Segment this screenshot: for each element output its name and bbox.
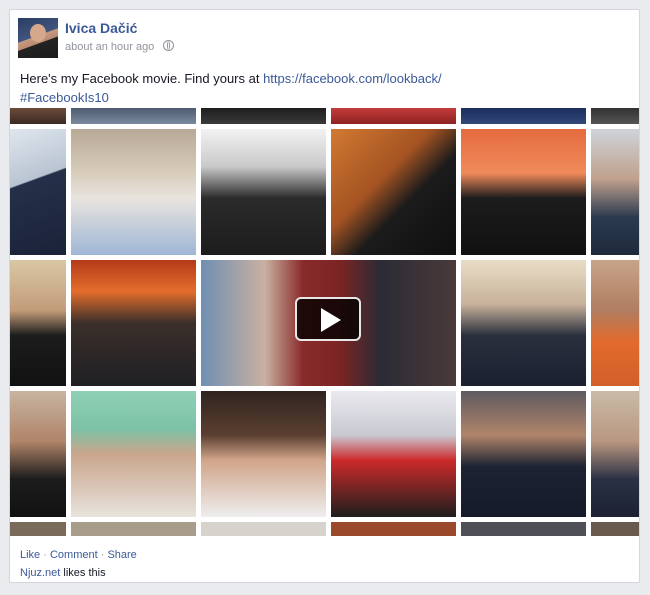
collage-photo <box>591 129 639 255</box>
action-separator: · <box>40 549 50 561</box>
globe-icon[interactable] <box>163 40 175 51</box>
post-timestamp[interactable]: about an hour ago <box>65 41 154 53</box>
collage-photo <box>591 522 639 536</box>
collage-photo <box>591 391 639 517</box>
collage-photo <box>461 522 586 536</box>
play-icon[interactable] <box>295 297 361 341</box>
collage-photo <box>10 108 66 124</box>
collage-photo <box>331 522 456 536</box>
collage-photo <box>71 391 196 517</box>
likes-suffix: likes this <box>60 567 106 579</box>
collage-photo <box>461 391 586 517</box>
message-text: Here's my Facebook movie. Find yours at <box>20 71 264 86</box>
post-meta: about an hour ago <box>65 40 175 53</box>
collage-photo <box>331 108 456 124</box>
liker-page-link[interactable]: Njuz.net <box>20 567 60 579</box>
collage-photo <box>201 391 326 517</box>
story-card: Ivica Dačić about an hour ago Here's my … <box>9 9 640 583</box>
collage-photo <box>591 260 639 386</box>
collage-photo <box>10 129 66 255</box>
author-name[interactable]: Ivica Dačić <box>65 20 137 36</box>
share-button[interactable]: Share <box>107 549 136 561</box>
collage-photo <box>10 391 66 517</box>
collage-photo <box>591 108 639 124</box>
like-button[interactable]: Like <box>20 549 40 561</box>
collage-photo <box>71 129 196 255</box>
collage-photo <box>461 260 586 386</box>
collage-photo <box>71 260 196 386</box>
collage-photo <box>71 522 196 536</box>
post-message: Here's my Facebook movie. Find yours at … <box>20 69 630 107</box>
video-collage[interactable] <box>10 108 639 536</box>
lookback-link[interactable]: https://facebook.com/lookback/ <box>263 71 441 86</box>
comment-button[interactable]: Comment <box>50 549 98 561</box>
action-separator: · <box>97 549 108 561</box>
collage-photo <box>10 260 66 386</box>
collage-photo <box>201 108 326 124</box>
author-avatar[interactable] <box>18 18 58 58</box>
collage-photo <box>201 129 326 255</box>
story-actions: Like · Comment · Share <box>20 549 137 561</box>
collage-photo <box>461 129 586 255</box>
likes-summary: Njuz.net likes this <box>20 567 106 579</box>
collage-photo <box>461 108 586 124</box>
collage-photo <box>331 391 456 517</box>
collage-photo <box>201 522 326 536</box>
collage-photo <box>331 129 456 255</box>
hashtag-link[interactable]: #FacebookIs10 <box>20 90 109 105</box>
collage-photo <box>71 108 196 124</box>
collage-photo <box>10 522 66 536</box>
